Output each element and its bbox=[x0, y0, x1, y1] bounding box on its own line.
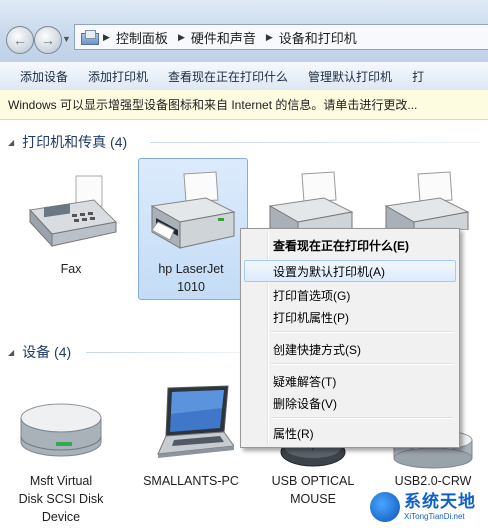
menu-item-remove-device[interactable]: 删除设备(V) bbox=[273, 395, 337, 412]
info-bar-text: Windows 可以显示增强型设备图标和来自 Internet 的信息。请单击进… bbox=[8, 98, 418, 112]
menu-item-troubleshoot[interactable]: 疑难解答(T) bbox=[273, 373, 336, 390]
address-box[interactable]: ▶ 控制面板 ▶ 硬件和声音 ▶ 设备和打印机 bbox=[74, 24, 488, 50]
msft-disk-label-line2: Disk SCSI Disk bbox=[18, 492, 104, 506]
usb-mouse-label-line2: MOUSE bbox=[290, 492, 336, 506]
usb-mouse-label-line1: USB OPTICAL bbox=[271, 474, 355, 488]
breadcrumb-separator-icon[interactable]: ▶ bbox=[103, 32, 110, 43]
add-printer-button[interactable]: 添加打印机 bbox=[88, 68, 148, 85]
laptop-icon bbox=[157, 385, 234, 458]
devices-group-header[interactable]: ◢ 设备 (4) bbox=[8, 342, 71, 362]
menu-item-set-default-printer[interactable]: 设置为默认打印机(A) bbox=[273, 263, 385, 280]
fax-icon bbox=[29, 175, 118, 248]
menu-item-properties[interactable]: 属性(R) bbox=[273, 425, 314, 442]
print-server-button-truncated[interactable]: 打 bbox=[412, 68, 424, 85]
breadcrumb-control-panel[interactable]: 控制面板 bbox=[116, 28, 168, 47]
fax-label: Fax bbox=[60, 262, 82, 276]
menu-item-printing-preferences[interactable]: 打印首选项(G) bbox=[273, 287, 350, 304]
devices-group-title: 设备 (4) bbox=[22, 344, 72, 360]
menu-item-see-whats-printing[interactable]: 查看现在正在打印什么(E) bbox=[273, 237, 409, 254]
printers-group-title: 打印机和传真 (4) bbox=[22, 134, 128, 150]
watermark-main-text: 系统天地 bbox=[404, 492, 476, 511]
msft-disk-label-line3: Device bbox=[41, 510, 81, 524]
breadcrumb-separator-icon[interactable]: ▶ bbox=[266, 32, 273, 43]
device-hp-laserjet[interactable]: hp LaserJet 1010 bbox=[136, 170, 246, 298]
breadcrumb-separator-icon[interactable]: ▶ bbox=[178, 32, 185, 43]
device-fax[interactable]: Fax bbox=[16, 170, 126, 290]
menu-separator bbox=[271, 417, 453, 419]
forward-button[interactable]: → bbox=[34, 26, 62, 54]
group-divider bbox=[150, 142, 480, 143]
printer-icon bbox=[150, 171, 236, 249]
printer-icon[interactable] bbox=[262, 170, 358, 230]
forward-arrow-icon: → bbox=[41, 32, 55, 48]
menu-item-printer-properties[interactable]: 打印机属性(P) bbox=[273, 309, 349, 326]
collapse-triangle-icon[interactable]: ◢ bbox=[8, 348, 14, 357]
manage-default-printers-button[interactable]: 管理默认打印机 bbox=[308, 68, 392, 85]
breadcrumb-devices-printers[interactable]: 设备和打印机 bbox=[279, 28, 357, 47]
menu-item-create-shortcut[interactable]: 创建快捷方式(S) bbox=[273, 341, 361, 358]
history-dropdown-icon[interactable]: ▼ bbox=[62, 34, 71, 44]
hp-laserjet-label-line1: hp LaserJet bbox=[158, 262, 224, 276]
info-bar[interactable]: Windows 可以显示增强型设备图标和来自 Internet 的信息。请单击进… bbox=[0, 90, 488, 120]
menu-separator bbox=[271, 331, 453, 333]
context-menu: 查看现在正在打印什么(E) 设置为默认打印机(A) 打印首选项(G) 打印机属性… bbox=[240, 228, 460, 448]
see-whats-printing-button[interactable]: 查看现在正在打印什么 bbox=[168, 68, 288, 85]
hp-laserjet-label-line2: 1010 bbox=[177, 280, 205, 294]
control-panel-icon bbox=[81, 30, 99, 45]
address-bar-area: ← → ▼ ▶ 控制面板 ▶ 硬件和声音 ▶ 设备和打印机 bbox=[0, 0, 488, 63]
device-msft-virtual-disk[interactable]: Msft Virtual Disk SCSI Disk Device bbox=[6, 380, 116, 530]
watermark: 系统天地 XiTongTianDi.net bbox=[370, 482, 488, 532]
watermark-logo-icon bbox=[370, 492, 400, 522]
msft-disk-label-line1: Msft Virtual bbox=[29, 474, 93, 488]
collapse-triangle-icon[interactable]: ◢ bbox=[8, 138, 14, 147]
breadcrumb-hardware-sound[interactable]: 硬件和声音 bbox=[191, 28, 256, 47]
group-divider bbox=[86, 352, 240, 353]
menu-separator bbox=[271, 363, 453, 365]
command-bar: 添加设备 添加打印机 查看现在正在打印什么 管理默认打印机 打 bbox=[0, 62, 488, 91]
hard-disk-icon bbox=[20, 403, 102, 457]
smallants-pc-label: SMALLANTS-PC bbox=[143, 474, 239, 488]
back-button[interactable]: ← bbox=[6, 26, 34, 54]
printer-icon[interactable] bbox=[378, 170, 474, 230]
add-device-button[interactable]: 添加设备 bbox=[20, 68, 68, 85]
printers-group-header[interactable]: ◢ 打印机和传真 (4) bbox=[8, 132, 127, 152]
watermark-sub-text: XiTongTianDi.net bbox=[404, 512, 465, 521]
device-smallants-pc[interactable]: SMALLANTS-PC bbox=[136, 380, 246, 500]
back-arrow-icon: ← bbox=[13, 32, 27, 48]
